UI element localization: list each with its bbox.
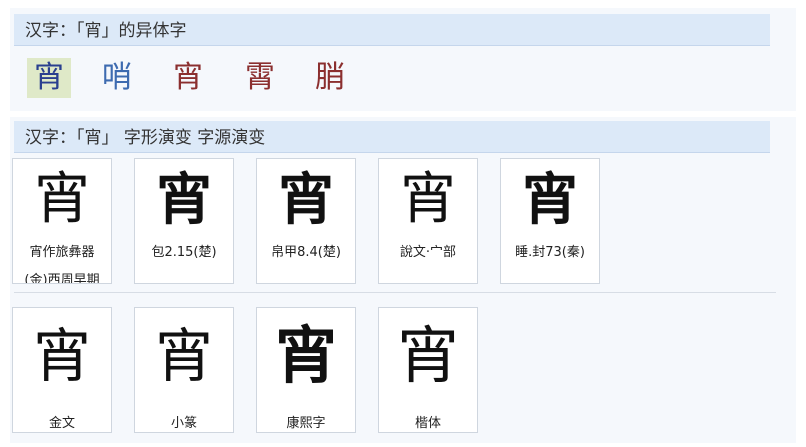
evolution-card-bojia[interactable]: 宵 帛甲8.4(楚) [256, 158, 356, 284]
card-caption: 說文‧宀部 [399, 245, 457, 260]
variant-char-3[interactable]: 宵 [168, 58, 208, 98]
evolution-card-bronze-early[interactable]: 宵 宵作旅彝器 (金)西周早期 [12, 158, 112, 284]
evolution-card-shui[interactable]: 宵 睡.封73(秦) [500, 158, 600, 284]
card-caption: 小篆 [170, 416, 197, 431]
card-caption: 包2.15(楚) [151, 245, 217, 260]
glyph-image: 宵 [522, 167, 578, 233]
variant-char-1[interactable]: 宵 [27, 58, 71, 98]
glyph-image: 宵 [156, 167, 212, 233]
evolution-card-kaiti[interactable]: 宵 楷体 [378, 307, 478, 433]
card-caption: 楷体 [414, 416, 441, 431]
variant-char-2[interactable]: 哨 [98, 58, 136, 98]
card-caption: 帛甲8.4(楚) [271, 245, 341, 260]
evolution-card-xiaozhuan[interactable]: 宵 小篆 [134, 307, 234, 433]
row-divider [14, 292, 776, 293]
glyph-image: 宵 [278, 167, 334, 233]
card-caption: 康熙字 [286, 416, 326, 431]
variant-char-5[interactable]: 䏴 [310, 58, 350, 98]
evolution-card-kangxi[interactable]: 宵 康熙字 [256, 307, 356, 433]
evolution-card-bao[interactable]: 宵 包2.15(楚) [134, 158, 234, 284]
variant-char-4[interactable]: 霄 [240, 58, 280, 98]
glyph-image: 宵 [34, 167, 90, 232]
card-caption: 宵作旅彝器 [29, 245, 95, 260]
glyph-image: 宵 [400, 167, 456, 232]
card-caption: 金文 [48, 416, 75, 431]
evolution-section-title: 汉字：「宵」 字形演变 字源演变 [14, 121, 770, 153]
card-caption: 睡.封73(秦) [515, 245, 585, 260]
glyph-image: 宵 [32, 322, 91, 390]
glyph-image: 宵 [274, 319, 337, 392]
evolution-card-jinwen[interactable]: 宵 金文 [12, 307, 112, 433]
evolution-card-shuowen[interactable]: 宵 說文‧宀部 [378, 158, 478, 284]
glyph-image: 宵 [154, 322, 213, 390]
card-caption-2: (金)西周早期 [24, 273, 100, 284]
variants-section-title: 汉字：「宵」的异体字 [14, 14, 770, 46]
glyph-image: 宵 [396, 319, 459, 392]
